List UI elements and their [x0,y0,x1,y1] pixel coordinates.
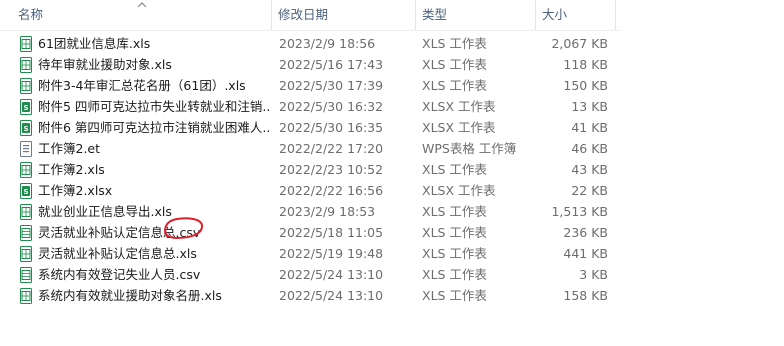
file-name: 附件3-4年审汇总花名册（61团）.xls [38,78,246,93]
file-list: 61团就业信息库.xls 2023/2/9 18:56 XLS 工作表 2,067 K… [0,33,784,306]
file-modified-date: 2023/2/9 18:53 [279,204,376,219]
file-row[interactable]: 灵活就业补贴认定信息总.xls 2022/5/19 19:48 XLS 工作表 441… [0,243,620,264]
file-row[interactable]: S 工作簿2.xlsx 2022/2/22 16:56 XLSX 工作表 22 KB [0,180,620,201]
xls-file-icon [20,288,32,304]
file-row[interactable]: 就业创业正信息导出.xls 2023/2/9 18:53 XLS 工作表 1,513 … [0,201,620,222]
file-type: XLS 工作表 [422,288,487,303]
file-row[interactable]: 工作簿2.et 2022/2/22 17:20 WPS表格 工作簿 46 KB [0,138,620,159]
column-header-type[interactable]: 类型 [416,0,534,30]
file-name: 灵活就业补贴认定信息总.xls [38,246,197,261]
file-modified-date: 2022/5/18 11:05 [279,225,384,240]
sort-ascending-icon [137,2,147,8]
file-modified-date: 2022/2/22 16:56 [279,183,384,198]
column-header-bar: 名称 修改日期 类型 大小 [0,0,620,31]
file-name: 就业创业正信息导出.xls [38,204,172,219]
file-type: XLS 工作表 [422,78,487,93]
file-size: 236 KB [563,225,608,240]
file-type: XLS 工作表 [422,267,487,282]
file-name: 61团就业信息库.xls [38,36,151,51]
file-size: 43 KB [571,162,608,177]
file-row[interactable]: 系统内有效就业援助对象名册.xls 2022/5/24 13:10 XLS 工作表 1… [0,285,620,306]
svg-text:S: S [23,188,28,196]
file-modified-date: 2022/5/30 16:32 [279,99,384,114]
file-type: XLS 工作表 [422,204,487,219]
column-divider[interactable] [615,0,616,30]
file-modified-date: 2022/2/23 10:52 [279,162,384,177]
file-modified-date: 2022/5/30 17:39 [279,78,384,93]
file-type: XLS 工作表 [422,57,487,72]
file-name: 附件5 四师可克达拉市失业转就业和注销... [38,99,270,114]
file-size: 150 KB [563,78,608,93]
file-type: XLS 工作表 [422,162,487,177]
file-explorer-list: 名称 修改日期 类型 大小 61团就业信息库.xls 2023/2/9 18:56… [0,0,784,346]
file-size: 118 KB [563,57,608,72]
file-size: 2,067 KB [551,36,608,51]
xls-file-icon [20,57,32,73]
xls-file-icon [20,204,32,220]
file-size: 41 KB [571,120,608,135]
file-type: XLSX 工作表 [422,120,496,135]
column-header-date[interactable]: 修改日期 [272,0,414,30]
file-modified-date: 2022/2/22 17:20 [279,141,384,156]
file-row[interactable]: 61团就业信息库.xls 2023/2/9 18:56 XLS 工作表 2,067 K… [0,33,620,54]
file-row[interactable]: 系统内有效登记失业人员.csv 2022/5/24 13:10 XLS 工作表 3 K… [0,264,620,285]
file-name: 工作簿2.xlsx [38,183,113,198]
file-type: WPS表格 工作簿 [422,141,517,156]
file-name: 系统内有效就业援助对象名册.xls [38,288,222,303]
xls-file-icon [20,78,32,94]
file-name: 附件6 第四师可克达拉市注销就业困难人... [38,120,270,135]
xlsx-file-icon: S [20,120,32,136]
file-row[interactable]: S 附件6 第四师可克达拉市注销就业困难人... 2022/5/30 16:35 XL… [0,117,620,138]
file-name: 待年审就业援助对象.xls [38,57,172,72]
svg-text:S: S [23,125,28,133]
xls-file-icon [20,162,32,178]
svg-text:S: S [23,104,28,112]
file-name: 工作簿2.et [38,141,101,156]
file-name: 系统内有效登记失业人员.csv [38,267,201,282]
file-row[interactable]: S 附件5 四师可克达拉市失业转就业和注销... 2022/5/30 16:32 XL… [0,96,620,117]
xls-file-icon [20,36,32,52]
file-size: 3 KB [579,267,608,282]
file-size: 1,513 KB [551,204,608,219]
file-name: 灵活就业补贴认定信息总.csv [38,225,201,240]
file-row[interactable]: 附件3-4年审汇总花名册（61团）.xls 2022/5/30 17:39 XLS … [0,75,620,96]
xlsx-file-icon: S [20,183,32,199]
csv-file-icon [20,267,32,283]
file-modified-date: 2023/2/9 18:56 [279,36,376,51]
file-modified-date: 2022/5/16 17:43 [279,57,384,72]
xlsx-file-icon: S [20,99,32,115]
file-modified-date: 2022/5/24 13:10 [279,267,384,282]
file-size: 13 KB [571,99,608,114]
file-row[interactable]: 灵活就业补贴认定信息总.csv 2022/5/18 11:05 XLS 工作表 236… [0,222,620,243]
file-row[interactable]: 待年审就业援助对象.xls 2022/5/16 17:43 XLS 工作表 118 K… [0,54,620,75]
file-size: 46 KB [571,141,608,156]
file-type: XLSX 工作表 [422,99,496,114]
file-type: XLSX 工作表 [422,183,496,198]
file-size: 441 KB [563,246,608,261]
file-size: 22 KB [571,183,608,198]
file-modified-date: 2022/5/24 13:10 [279,288,384,303]
file-modified-date: 2022/5/19 19:48 [279,246,384,261]
et-file-icon [20,141,32,157]
file-type: XLS 工作表 [422,36,487,51]
file-size: 158 KB [563,288,608,303]
xls-file-icon [20,246,32,262]
file-type: XLS 工作表 [422,225,487,240]
file-row[interactable]: 工作簿2.xls 2022/2/23 10:52 XLS 工作表 43 KB [0,159,620,180]
file-name: 工作簿2.xls [38,162,105,177]
file-type: XLS 工作表 [422,246,487,261]
file-modified-date: 2022/5/30 16:35 [279,120,384,135]
column-header-size[interactable]: 大小 [536,0,614,30]
csv-file-icon [20,225,32,241]
